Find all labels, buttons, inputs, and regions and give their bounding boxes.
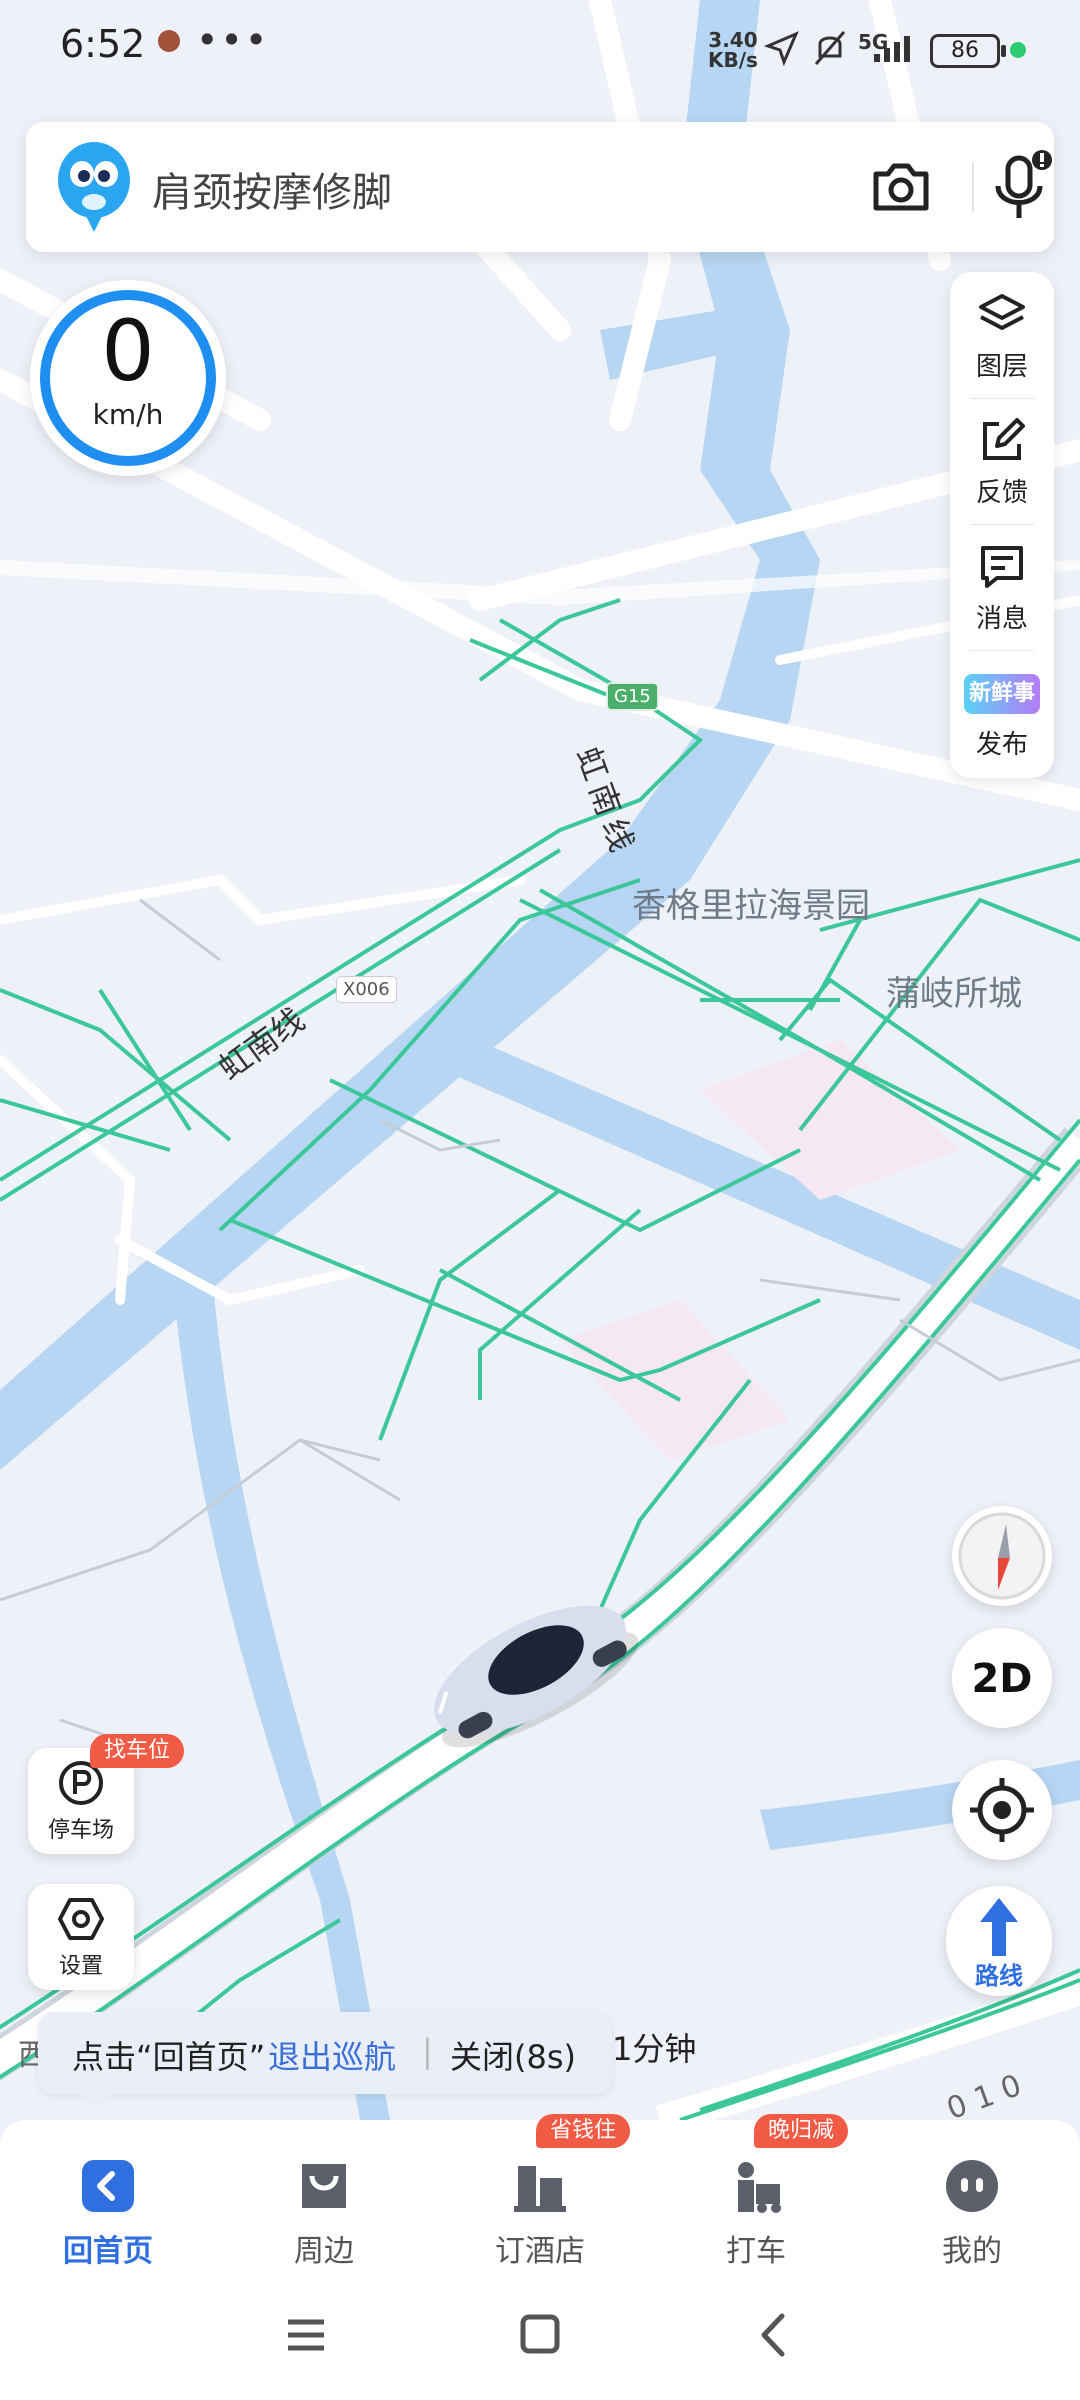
taxi-icon [738, 2162, 781, 2213]
hotel-badge: 省钱住 [536, 2114, 631, 2148]
tab-back-home-label: 回首页 [63, 2234, 153, 2269]
route-button[interactable]: 路线 [946, 1886, 1052, 1996]
tab-hotel-label: 订酒店 [495, 2234, 585, 2269]
system-nav-bar [0, 2270, 1080, 2400]
status-time: 6:52 [60, 22, 146, 66]
road-shield-x006: X006 [336, 976, 397, 1003]
search-divider [972, 162, 974, 212]
nearby-icon [302, 2164, 346, 2208]
mute-icon [814, 31, 846, 65]
tab-profile[interactable]: 我的 [892, 2138, 1052, 2269]
route-arrow-icon [980, 1898, 1018, 1956]
tab-profile-label: 我的 [942, 2234, 1002, 2269]
status-more: ••• [196, 18, 270, 62]
menu-icon[interactable] [276, 2310, 336, 2360]
search-input[interactable]: 肩颈按摩修脚 [152, 160, 392, 218]
speedometer: 0 km/h [30, 280, 226, 476]
speed-unit: km/h [92, 398, 164, 431]
settings-icon [58, 1898, 104, 1940]
back-home-icon [82, 2160, 134, 2212]
tab-taxi-label: 打车 [726, 2234, 786, 2269]
toast-separator: | [422, 2032, 433, 2070]
highway-shield-g15: G15 [606, 682, 659, 711]
bottom-nav: 回首页 周边 订酒店 省钱住 打车 晚归减 我的 [0, 2114, 1080, 2270]
back-icon[interactable] [744, 2310, 804, 2360]
map-tools-panel: 图层 反馈 消息 新鲜事 发布 [950, 272, 1054, 778]
feedback-icon [983, 418, 1025, 460]
tab-nearby-label: 周边 [294, 2234, 354, 2269]
location-icon [764, 31, 799, 66]
feedback-button[interactable]: 反馈 [950, 398, 1054, 524]
privacy-dot [1010, 42, 1026, 58]
hotel-icon [514, 2166, 566, 2212]
taxi-badge: 晚归减 [754, 2114, 849, 2148]
home-icon[interactable] [510, 2310, 570, 2360]
app-mascot-icon [58, 142, 130, 232]
layers-label: 图层 [975, 352, 1028, 382]
locate-button[interactable] [952, 1760, 1052, 1860]
close-toast-button[interactable]: 关闭(8s) [450, 2032, 576, 2078]
profile-icon [946, 2160, 998, 2212]
search-bar[interactable]: 肩颈按摩修脚 [26, 122, 1054, 252]
signal-icon [874, 36, 910, 62]
camera-icon[interactable] [866, 152, 936, 222]
poi-label-shangri-la[interactable]: 香格里拉海景园 [632, 878, 870, 927]
poi-label-puqi[interactable]: 蒲岐所城 [886, 966, 1022, 1015]
settings-button[interactable]: 设置 [28, 1884, 134, 1990]
tab-taxi[interactable]: 打车 [676, 2138, 836, 2269]
messages-button[interactable]: 消息 [950, 524, 1054, 650]
settings-label: 设置 [58, 1954, 103, 1979]
status-bar: 6:52 ••• 3.40 KB/s 5G 86 [0, 0, 1080, 100]
tab-hotel[interactable]: 订酒店 [460, 2138, 620, 2269]
message-icon [981, 546, 1023, 588]
layers-button[interactable]: 图层 [950, 272, 1054, 398]
layers-icon [979, 294, 1025, 330]
notification-app-icon [158, 30, 180, 52]
view-mode-button[interactable]: 2D [952, 1628, 1052, 1728]
parking-label: 停车场 [47, 1818, 114, 1843]
publish-label: 发布 [975, 730, 1028, 760]
route-label: 路线 [975, 1962, 1023, 1990]
tab-nearby[interactable]: 周边 [244, 2138, 404, 2269]
network-speed: 3.40 KB/s [708, 28, 758, 72]
feedback-label: 反馈 [975, 478, 1028, 508]
eta-label: 1分钟 [612, 2030, 697, 2068]
cruise-toast: 点击“回首页” 退出巡航 | 关闭(8s) [38, 2012, 612, 2110]
microphone-icon[interactable] [986, 146, 1056, 226]
exit-cruise-link[interactable]: 退出巡航 [268, 2032, 396, 2078]
compass-button[interactable] [952, 1506, 1052, 1606]
new-story-icon: 新鲜事 [964, 674, 1040, 714]
publish-button[interactable]: 新鲜事 发布 [950, 650, 1054, 776]
tab-back-home[interactable]: 回首页 [28, 2138, 188, 2269]
speed-value: 0 [101, 302, 155, 400]
messages-label: 消息 [975, 604, 1028, 634]
view-mode-label: 2D [971, 1656, 1033, 1702]
battery-indicator: 86 [930, 34, 1006, 68]
parking-badge: 找车位 [90, 1734, 185, 1768]
toast-text: 点击“回首页” [72, 2038, 266, 2076]
locate-icon [970, 1778, 1034, 1842]
compass-icon [958, 1512, 1046, 1600]
